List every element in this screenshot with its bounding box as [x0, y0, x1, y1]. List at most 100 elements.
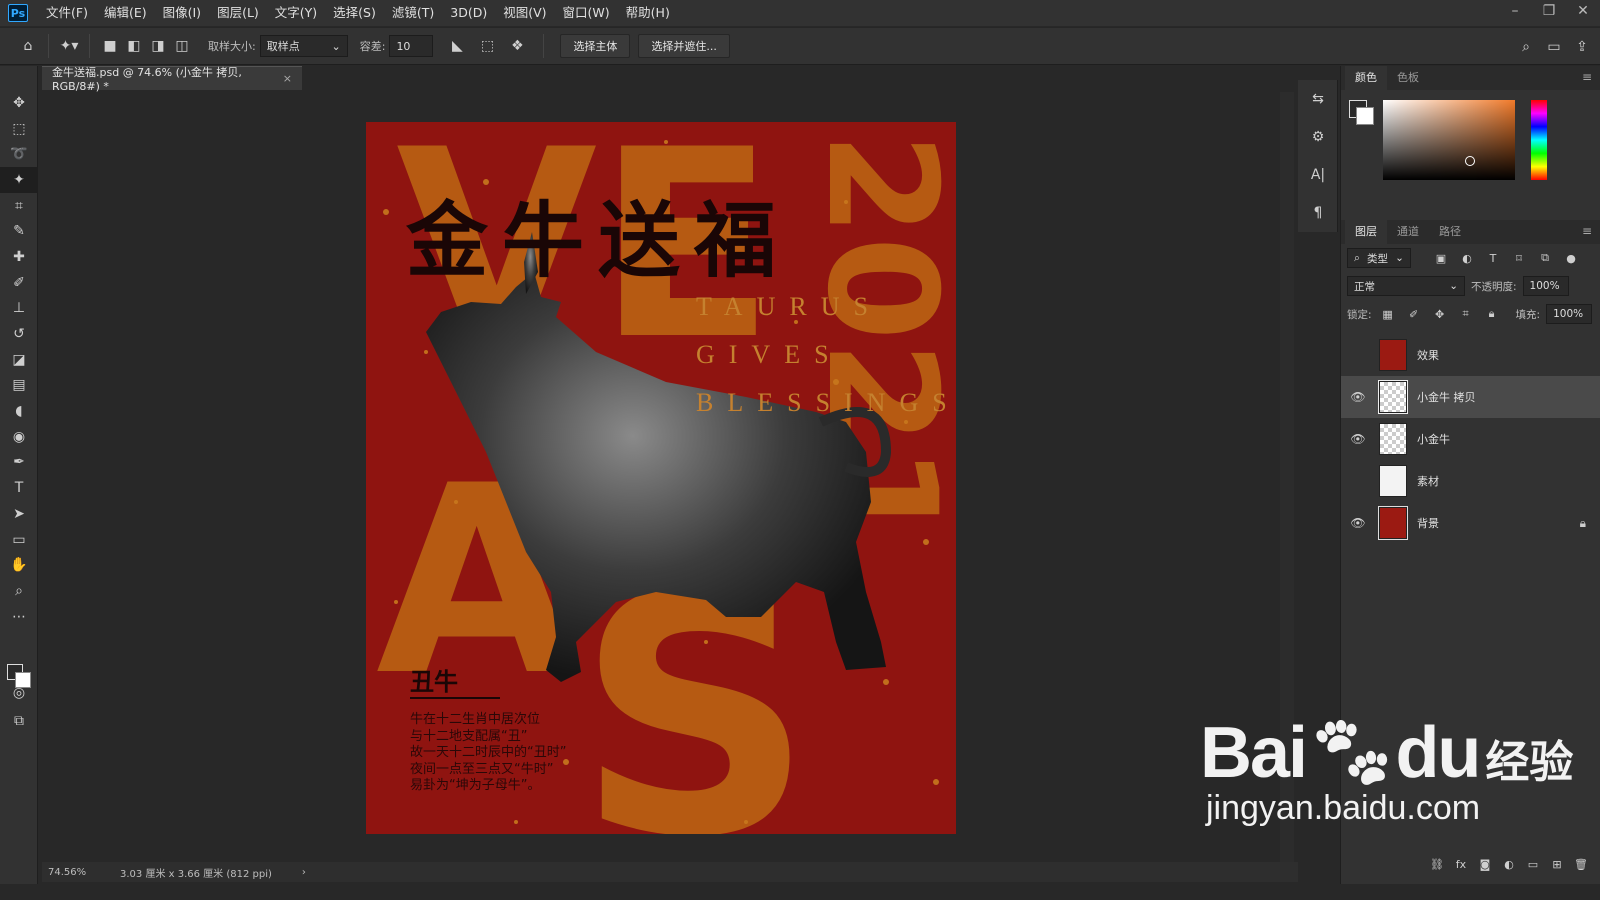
- adjustment-layer-icon[interactable]: ◐: [1499, 854, 1519, 874]
- menu-layer[interactable]: 图层(L): [209, 0, 267, 26]
- pen-tool-icon[interactable]: ✒: [0, 450, 38, 476]
- tab-channels[interactable]: 通道: [1387, 220, 1429, 244]
- sample-all-layers-icon[interactable]: ❖: [505, 34, 529, 58]
- visibility-toggle-hidden[interactable]: [1347, 460, 1369, 502]
- new-selection-icon[interactable]: ■: [98, 34, 122, 58]
- gradient-tool-icon[interactable]: ▤: [0, 373, 38, 399]
- canvas-area[interactable]: VE A S 2021 金牛送福 TAURUS GIVES BLESSINGS …: [42, 92, 1290, 876]
- history-panel-icon[interactable]: ⇆: [1298, 80, 1338, 118]
- magic-wand-tool-icon[interactable]: ✦: [0, 167, 38, 193]
- panel-menu-icon[interactable]: ≡: [1582, 70, 1592, 84]
- healing-brush-tool-icon[interactable]: ✚: [0, 244, 38, 270]
- panel-menu-icon[interactable]: ≡: [1582, 224, 1592, 238]
- link-layers-icon[interactable]: ⛓: [1427, 854, 1447, 874]
- properties-panel-icon[interactable]: ⚙: [1298, 118, 1338, 156]
- hand-tool-icon[interactable]: ✋: [0, 552, 38, 578]
- lock-icon[interactable]: 🔒︎: [1580, 516, 1586, 531]
- fill-input[interactable]: 100%: [1546, 304, 1593, 324]
- tab-swatches[interactable]: 色板: [1387, 66, 1429, 90]
- eye-icon[interactable]: 👁︎: [1347, 376, 1369, 418]
- eyedropper-tool-icon[interactable]: ✎: [0, 218, 38, 244]
- color-background-swatch[interactable]: [1356, 107, 1374, 125]
- marquee-tool-icon[interactable]: ⬚: [0, 116, 38, 142]
- tolerance-input[interactable]: 10: [389, 35, 434, 57]
- menu-view[interactable]: 视图(V): [495, 0, 554, 26]
- add-mask-icon[interactable]: ◙: [1475, 854, 1495, 874]
- contiguous-icon[interactable]: ⬚: [475, 34, 499, 58]
- eye-icon[interactable]: 👁︎: [1347, 418, 1369, 460]
- filter-toggle-icon[interactable]: ●: [1561, 248, 1581, 268]
- layer-row-selected[interactable]: 👁︎ 小金牛 拷贝: [1341, 376, 1600, 418]
- close-window-button[interactable]: ✕: [1566, 0, 1600, 26]
- tab-color[interactable]: 颜色: [1345, 66, 1387, 90]
- color-picker-dot[interactable]: [1465, 156, 1475, 166]
- lock-transparent-icon[interactable]: ▦: [1378, 304, 1398, 324]
- menu-select[interactable]: 选择(S): [325, 0, 384, 26]
- color-picker-field[interactable]: [1383, 100, 1515, 180]
- dodge-tool-icon[interactable]: ◉: [0, 424, 38, 450]
- clone-stamp-tool-icon[interactable]: ⊥: [0, 296, 38, 322]
- screen-mode-icon[interactable]: ⧉: [0, 708, 38, 734]
- filter-shape-icon[interactable]: ⌑: [1509, 248, 1529, 268]
- add-selection-icon[interactable]: ◧: [122, 34, 146, 58]
- layer-row[interactable]: 效果: [1341, 334, 1600, 376]
- zoom-tool-icon[interactable]: ⌕: [0, 578, 38, 604]
- menu-image[interactable]: 图像(I): [155, 0, 209, 26]
- move-tool-icon[interactable]: ✥: [0, 90, 38, 116]
- brush-tool-icon[interactable]: ✐: [0, 270, 38, 296]
- opacity-input[interactable]: 100%: [1522, 276, 1569, 296]
- new-group-icon[interactable]: ▭: [1523, 854, 1543, 874]
- magic-wand-preset-icon[interactable]: ✦▾: [57, 34, 81, 58]
- sample-size-select[interactable]: 取样点 ⌄: [259, 35, 348, 57]
- layer-filter-select[interactable]: ⌕ 类型 ⌄: [1347, 248, 1411, 268]
- menu-edit[interactable]: 编辑(E): [96, 0, 155, 26]
- home-icon[interactable]: ⌂: [16, 34, 40, 58]
- more-tools-icon[interactable]: ⋯: [0, 604, 38, 630]
- share-icon[interactable]: ⇪: [1570, 35, 1594, 59]
- blend-mode-select[interactable]: 正常 ⌄: [1347, 276, 1465, 296]
- visibility-toggle-hidden[interactable]: [1347, 334, 1369, 376]
- menu-window[interactable]: 窗口(W): [555, 0, 618, 26]
- history-brush-tool-icon[interactable]: ↺: [0, 321, 38, 347]
- close-tab-icon[interactable]: ×: [283, 72, 292, 85]
- layer-row[interactable]: 👁︎ 小金牛: [1341, 418, 1600, 460]
- hue-slider[interactable]: [1531, 100, 1547, 180]
- restore-button[interactable]: ❐: [1532, 0, 1566, 26]
- quick-mask-icon[interactable]: ◎: [0, 680, 38, 706]
- lock-artboard-icon[interactable]: ⌗: [1456, 304, 1476, 324]
- menu-type[interactable]: 文字(Y): [267, 0, 325, 26]
- document-tab[interactable]: 金牛送福.psd @ 74.6% (小金牛 拷贝, RGB/8#) * ×: [42, 66, 302, 93]
- tab-paths[interactable]: 路径: [1429, 220, 1471, 244]
- menu-file[interactable]: 文件(F): [38, 0, 96, 26]
- select-subject-button[interactable]: 选择主体: [560, 34, 631, 58]
- minimize-button[interactable]: –: [1498, 0, 1532, 26]
- status-arrow-icon[interactable]: ›: [302, 867, 306, 878]
- eye-icon[interactable]: 👁︎: [1347, 502, 1369, 544]
- new-layer-icon[interactable]: ⊞: [1547, 854, 1567, 874]
- poster-artwork[interactable]: VE A S 2021 金牛送福 TAURUS GIVES BLESSINGS …: [366, 122, 956, 834]
- search-icon[interactable]: ⌕: [1514, 35, 1538, 59]
- paragraph-panel-icon[interactable]: ¶: [1298, 194, 1338, 232]
- filter-type-icon[interactable]: T: [1483, 248, 1503, 268]
- filter-adjustment-icon[interactable]: ◐: [1457, 248, 1477, 268]
- menu-filter[interactable]: 滤镜(T): [384, 0, 442, 26]
- tab-layers[interactable]: 图层: [1345, 220, 1387, 244]
- path-selection-tool-icon[interactable]: ➤: [0, 501, 38, 527]
- intersect-selection-icon[interactable]: ◫: [170, 34, 194, 58]
- select-and-mask-button[interactable]: 选择并遮住...: [638, 34, 730, 58]
- rectangle-tool-icon[interactable]: ▭: [0, 527, 38, 553]
- blur-tool-icon[interactable]: ◖: [0, 398, 38, 424]
- subtract-selection-icon[interactable]: ◨: [146, 34, 170, 58]
- menu-help[interactable]: 帮助(H): [618, 0, 678, 26]
- filter-pixel-icon[interactable]: ▣: [1431, 248, 1451, 268]
- lock-pixels-icon[interactable]: ✐: [1404, 304, 1424, 324]
- eraser-tool-icon[interactable]: ◪: [0, 347, 38, 373]
- workspace-icon[interactable]: ▭: [1542, 35, 1566, 59]
- anti-alias-icon[interactable]: ◣: [445, 34, 469, 58]
- layer-row[interactable]: 👁︎ 背景 🔒︎: [1341, 502, 1600, 544]
- layer-style-icon[interactable]: fx: [1451, 854, 1471, 874]
- layer-row[interactable]: 素材: [1341, 460, 1600, 502]
- menu-3d[interactable]: 3D(D): [442, 0, 495, 26]
- lock-all-icon[interactable]: 🔒︎: [1482, 304, 1502, 324]
- lock-position-icon[interactable]: ✥: [1430, 304, 1450, 324]
